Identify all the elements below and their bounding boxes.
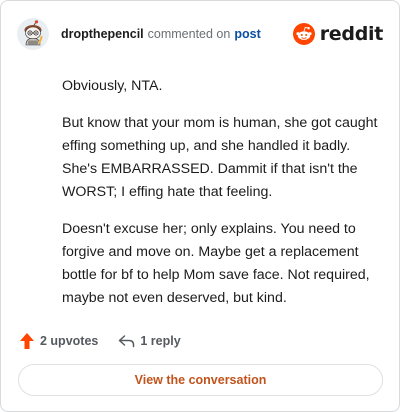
comment-paragraph: Doesn't excuse her; only explains. You n… xyxy=(62,221,370,306)
post-link[interactable]: post xyxy=(234,27,260,41)
comment-body: Obviously, NTA. But know that your mom i… xyxy=(62,75,381,324)
username-link[interactable]: dropthepencil xyxy=(61,27,144,41)
view-conversation-button[interactable]: View the conversation xyxy=(18,364,383,396)
reply-arrow-icon xyxy=(119,335,135,348)
user-avatar[interactable] xyxy=(17,18,49,50)
action-text: commented on xyxy=(147,27,231,41)
snoo-avatar-icon xyxy=(17,18,49,50)
upvote-count: 2 upvotes xyxy=(40,334,99,348)
comment-paragraph: Obviously, NTA. xyxy=(62,78,163,94)
comment-meta: dropthepencil commented on post xyxy=(61,27,261,41)
reply-count: 1 reply xyxy=(140,334,181,348)
upvote-button[interactable]: 2 upvotes xyxy=(19,332,98,350)
reddit-brand-link[interactable]: reddit xyxy=(292,23,384,45)
reply-button[interactable]: 1 reply xyxy=(118,334,181,348)
upvote-arrow-icon xyxy=(20,333,34,349)
comment-paragraph: But know that your mom is human, she got… xyxy=(62,115,378,200)
reddit-wordmark: reddit xyxy=(319,23,384,45)
comment-actions: 2 upvotes 1 reply xyxy=(19,331,181,351)
reddit-logo-icon xyxy=(292,23,315,45)
comment-header: dropthepencil commented on post reddit xyxy=(17,17,383,51)
embedded-comment-card: dropthepencil commented on post reddit O… xyxy=(0,0,400,412)
